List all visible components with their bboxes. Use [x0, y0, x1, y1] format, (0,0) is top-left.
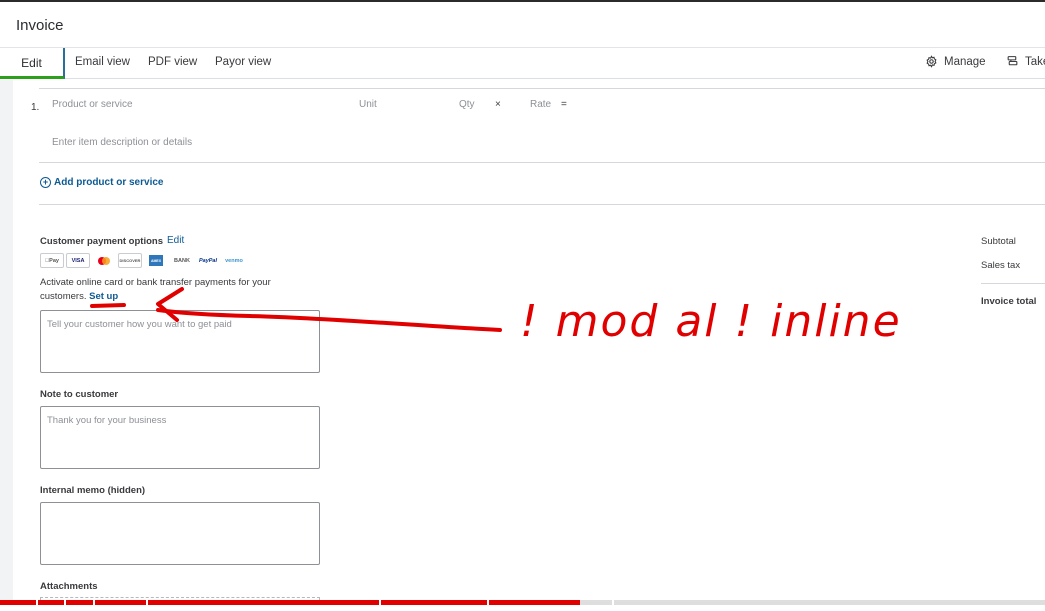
rate-field[interactable]: Rate: [530, 99, 551, 110]
internal-memo-label: Internal memo (hidden): [40, 485, 146, 496]
view-tabs: Edit Email view PDF view Payor view Mana…: [0, 48, 1045, 79]
divider: [39, 162, 1045, 163]
apple-pay-icon: Pay: [40, 253, 64, 268]
take-label: Take: [1025, 55, 1045, 68]
qty-field[interactable]: Qty: [459, 99, 475, 110]
tab-edit[interactable]: Edit: [0, 48, 65, 79]
summary-divider: [981, 283, 1045, 284]
left-rail: [0, 80, 13, 611]
note-to-customer-label: Note to customer: [40, 389, 119, 400]
add-product-button[interactable]: + Add product or service: [40, 177, 163, 188]
internal-memo-field[interactable]: [40, 502, 320, 565]
paypal-icon: PayPal: [196, 253, 220, 268]
payment-instructions-field[interactable]: Tell your customer how you want to get p…: [40, 310, 320, 373]
product-service-field[interactable]: Product or service: [52, 99, 133, 110]
invoice-total-label: Invoice total: [981, 296, 1037, 307]
title-bar: Invoice: [0, 0, 1045, 48]
page-title: Invoice: [16, 17, 64, 34]
unit-field[interactable]: Unit: [359, 99, 377, 110]
payment-icon: [1007, 56, 1018, 66]
times-sign: ×: [495, 99, 501, 110]
setup-link[interactable]: Set up: [89, 291, 118, 302]
tab-email-view[interactable]: Email view: [75, 56, 130, 68]
divider: [39, 88, 1045, 89]
payment-options-label: Customer payment options: [40, 236, 163, 247]
edit-payment-options-link[interactable]: Edit: [167, 235, 184, 246]
amex-icon: AMEX: [144, 253, 168, 268]
payment-logos: Pay VISA DISCOVER AMEX BANK PayPal venm…: [40, 253, 246, 268]
annotation-underline: [90, 303, 126, 308]
manage-label: Manage: [944, 55, 986, 68]
add-product-label: Add product or service: [54, 177, 164, 188]
tab-pdf-view[interactable]: PDF view: [148, 56, 197, 68]
venmo-icon: venmo: [222, 253, 246, 268]
equals-sign: =: [561, 99, 567, 110]
item-description-field[interactable]: Enter item description or details: [52, 137, 192, 148]
manage-button[interactable]: Manage: [925, 55, 986, 68]
tab-payor-view[interactable]: Payor view: [215, 56, 271, 68]
activate-payments-text: Activate online card or bank transfer pa…: [40, 276, 300, 303]
bank-icon: BANK: [170, 253, 194, 268]
gear-icon: [926, 55, 937, 68]
sales-tax-label: Sales tax: [981, 260, 1021, 271]
divider: [39, 204, 1045, 205]
take-payment-button[interactable]: Take: [1006, 55, 1045, 68]
activate-text: Activate online card or bank transfer pa…: [40, 277, 271, 302]
attachments-label: Attachments: [40, 581, 98, 592]
annotation-text: ! mod al ! inline: [520, 296, 902, 347]
add-circle-icon: +: [40, 177, 51, 188]
video-controls-strip: [0, 605, 1045, 611]
discover-icon: DISCOVER: [118, 253, 142, 268]
mastercard-icon: [92, 253, 116, 268]
note-to-customer-field[interactable]: Thank you for your business: [40, 406, 320, 469]
line-number: 1.: [31, 102, 40, 113]
visa-icon: VISA: [66, 253, 90, 268]
subtotal-label: Subtotal: [981, 236, 1016, 247]
